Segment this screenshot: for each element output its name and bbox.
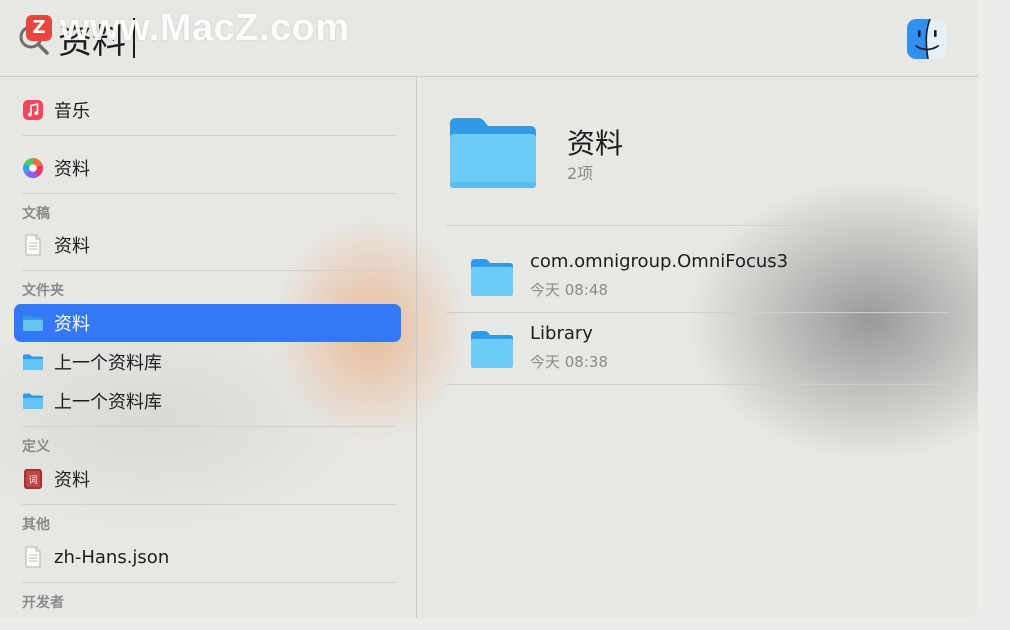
result-label: 资料 bbox=[54, 159, 90, 180]
result-label: 上一个资料库 bbox=[54, 392, 162, 413]
section-header-developer: 开发者 bbox=[22, 595, 64, 611]
dictionary-icon: 词 bbox=[24, 469, 42, 489]
result-item-json-file[interactable]: zh-Hans.json bbox=[14, 538, 401, 576]
section-header-definition: 定义 bbox=[22, 439, 50, 455]
preview-item-time: 今天 08:38 bbox=[530, 353, 608, 371]
result-item-color-app[interactable]: 资料 bbox=[14, 149, 401, 187]
result-item-document[interactable]: 资料 bbox=[14, 226, 401, 264]
section-header-other: 其他 bbox=[22, 517, 50, 533]
large-folder-icon bbox=[450, 118, 536, 188]
search-input[interactable] bbox=[58, 14, 758, 62]
search-icon bbox=[19, 25, 49, 55]
result-label: 音乐 bbox=[54, 101, 90, 122]
result-item-folder[interactable]: 上一个资料库 bbox=[14, 382, 401, 420]
result-item-music[interactable]: 音乐 bbox=[14, 91, 401, 129]
section-header-documents: 文稿 bbox=[22, 206, 50, 222]
divider bbox=[22, 582, 396, 583]
result-label: 资料 bbox=[54, 236, 90, 257]
result-label: 上一个资料库 bbox=[54, 353, 162, 374]
divider bbox=[446, 225, 950, 226]
document-icon bbox=[25, 234, 41, 256]
divider bbox=[22, 504, 396, 505]
folder-icon bbox=[23, 315, 43, 331]
results-list: 音乐 资料 文稿 资料 文件夹 资料 上一个资料库 上一个资料库 定义 词 资料… bbox=[0, 77, 417, 618]
folder-icon bbox=[471, 331, 513, 368]
svg-text:词: 词 bbox=[28, 475, 37, 486]
document-icon bbox=[25, 546, 41, 568]
result-label: zh-Hans.json bbox=[54, 546, 170, 568]
folder-icon bbox=[23, 354, 43, 370]
divider bbox=[22, 193, 396, 194]
divider bbox=[22, 426, 396, 427]
divider bbox=[446, 384, 950, 385]
preview-title: 资料 bbox=[567, 127, 624, 160]
preview-item[interactable]: Library 今天 08:38 bbox=[446, 313, 950, 383]
preview-item-name: com.omnigroup.OmniFocus3 bbox=[530, 251, 789, 272]
spotlight-window: Z www.MacZ.com 音乐 资 bbox=[0, 0, 978, 618]
result-label: 资料 bbox=[54, 470, 90, 491]
folder-icon bbox=[23, 393, 43, 409]
result-item-folder-selected[interactable]: 资料 bbox=[14, 304, 401, 342]
search-bar bbox=[0, 0, 978, 77]
finder-icon[interactable] bbox=[906, 18, 948, 60]
divider bbox=[22, 135, 396, 136]
divider bbox=[22, 270, 396, 271]
color-wheel-icon bbox=[23, 158, 43, 179]
preview-item-count: 2项 bbox=[567, 164, 594, 183]
preview-item-time: 今天 08:48 bbox=[530, 281, 608, 299]
preview-item[interactable]: com.omnigroup.OmniFocus3 今天 08:48 bbox=[446, 241, 950, 311]
preview-item-name: Library bbox=[530, 323, 593, 344]
result-item-folder[interactable]: 上一个资料库 bbox=[14, 343, 401, 381]
section-header-folders: 文件夹 bbox=[22, 283, 64, 299]
text-caret bbox=[133, 18, 135, 58]
result-label: 资料 bbox=[54, 314, 90, 335]
folder-icon bbox=[471, 259, 513, 296]
result-item-definition[interactable]: 词 资料 bbox=[14, 460, 401, 498]
music-app-icon bbox=[23, 100, 43, 120]
